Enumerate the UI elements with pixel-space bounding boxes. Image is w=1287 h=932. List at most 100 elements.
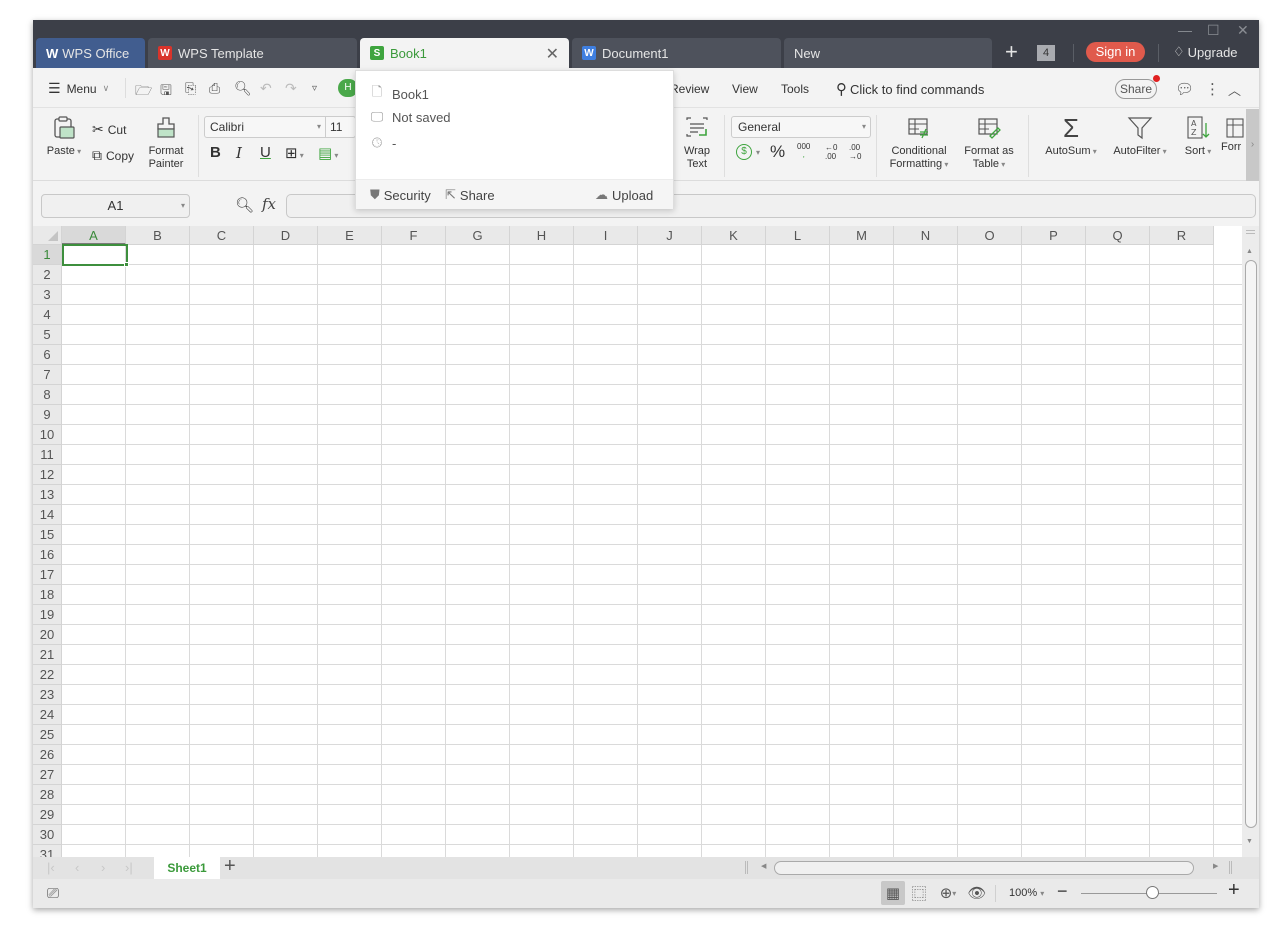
- zoom-level-select[interactable]: 100% ▾: [1009, 887, 1044, 899]
- column-header-e[interactable]: E: [318, 226, 382, 245]
- more-options-icon[interactable]: ⋮: [1205, 80, 1220, 98]
- row-header-1[interactable]: 1: [33, 245, 62, 265]
- print-preview-icon[interactable]: 🔍︎: [234, 80, 252, 97]
- sign-in-button[interactable]: Sign in: [1086, 42, 1145, 62]
- tab-wps-office[interactable]: W WPS Office: [36, 38, 145, 68]
- reading-layout-button[interactable]: ⊕ ▾: [933, 881, 963, 905]
- row-header-28[interactable]: 28: [33, 785, 62, 805]
- borders-button[interactable]: ⊞ ▾: [285, 144, 304, 162]
- tab-book1[interactable]: S Book1 ✕: [360, 38, 569, 68]
- row-header-3[interactable]: 3: [33, 285, 62, 305]
- row-header-15[interactable]: 15: [33, 525, 62, 545]
- close-window-button[interactable]: ✕: [1237, 22, 1249, 39]
- next-sheet-icon[interactable]: ›: [101, 860, 105, 875]
- format-button[interactable]: Forr: [1221, 115, 1247, 154]
- row-header-2[interactable]: 2: [33, 265, 62, 285]
- column-header-k[interactable]: K: [702, 226, 766, 245]
- cell-area[interactable]: [62, 245, 1242, 857]
- ribbon-scroll-right[interactable]: ›: [1246, 109, 1259, 181]
- column-header-b[interactable]: B: [126, 226, 190, 245]
- italic-button[interactable]: I: [236, 144, 242, 162]
- conditional-formatting-button[interactable]: Conditional Formatting ▾: [883, 115, 955, 171]
- column-header-j[interactable]: J: [638, 226, 702, 245]
- row-header-14[interactable]: 14: [33, 505, 62, 525]
- scroll-left-icon[interactable]: ◀: [761, 862, 766, 870]
- format-painter-button[interactable]: Format Painter: [145, 115, 187, 171]
- sort-button[interactable]: A Z Sort ▾: [1179, 115, 1217, 158]
- tab-view[interactable]: View: [732, 82, 758, 96]
- thousands-separator-button[interactable]: 000,: [797, 143, 810, 159]
- row-header-29[interactable]: 29: [33, 805, 62, 825]
- row-header-17[interactable]: 17: [33, 565, 62, 585]
- row-header-5[interactable]: 5: [33, 325, 62, 345]
- print-icon[interactable]: ⎙: [209, 80, 220, 97]
- macro-record-icon[interactable]: ⎚: [47, 885, 59, 902]
- page-break-view-button[interactable]: ⿴: [907, 881, 931, 905]
- redo-icon[interactable]: ↷: [285, 80, 297, 97]
- zoom-slider-thumb[interactable]: [1145, 886, 1159, 899]
- sheet-tab-sheet1[interactable]: Sheet1: [154, 857, 220, 879]
- row-header-9[interactable]: 9: [33, 405, 62, 425]
- column-header-r[interactable]: R: [1150, 226, 1214, 245]
- comment-icon[interactable]: 💬︎: [1175, 80, 1194, 98]
- split-grip[interactable]: [1246, 230, 1255, 234]
- row-header-6[interactable]: 6: [33, 345, 62, 365]
- row-header-30[interactable]: 30: [33, 825, 62, 845]
- tab-document1[interactable]: W Document1: [572, 38, 781, 68]
- close-tab-icon[interactable]: ✕: [546, 44, 559, 64]
- scroll-up-icon[interactable]: ▲: [1246, 248, 1253, 255]
- tab-count-badge[interactable]: 4: [1037, 45, 1055, 61]
- open-folder-icon[interactable]: 🗁: [135, 80, 152, 104]
- selected-cell[interactable]: [62, 244, 128, 266]
- tab-tools[interactable]: Tools: [781, 82, 809, 96]
- eye-protection-button[interactable]: 👁︎: [965, 881, 989, 905]
- decrease-decimal-button[interactable]: .00 →0: [849, 143, 867, 161]
- column-header-m[interactable]: M: [830, 226, 894, 245]
- insert-function-button[interactable]: fx: [262, 195, 276, 213]
- row-header-13[interactable]: 13: [33, 485, 62, 505]
- fill-handle[interactable]: [124, 262, 129, 267]
- row-header-24[interactable]: 24: [33, 705, 62, 725]
- name-box[interactable]: A1 ▾: [41, 194, 190, 218]
- column-header-d[interactable]: D: [254, 226, 318, 245]
- column-header-n[interactable]: N: [894, 226, 958, 245]
- share-button[interactable]: Share: [1115, 79, 1157, 99]
- split-grip[interactable]: [1229, 861, 1232, 874]
- split-grip[interactable]: [745, 861, 748, 874]
- new-tab-button[interactable]: +: [1005, 40, 1018, 64]
- currency-button[interactable]: $ ▾: [736, 144, 760, 160]
- scroll-down-icon[interactable]: ▼: [1246, 838, 1253, 845]
- paste-button[interactable]: Paste ▾: [44, 115, 84, 158]
- column-header-i[interactable]: I: [574, 226, 638, 245]
- horizontal-scroll-thumb[interactable]: [774, 861, 1194, 875]
- upload-button[interactable]: ☁ Upload: [595, 187, 653, 203]
- normal-view-button[interactable]: ▦: [881, 881, 905, 905]
- first-sheet-icon[interactable]: |‹: [47, 860, 55, 875]
- row-header-26[interactable]: 26: [33, 745, 62, 765]
- column-header-a[interactable]: A: [62, 226, 126, 245]
- autosum-button[interactable]: Σ AutoSum ▾: [1041, 115, 1101, 158]
- select-all-button[interactable]: [33, 226, 62, 245]
- scroll-right-icon[interactable]: ▶: [1213, 862, 1218, 870]
- save-icon[interactable]: 🖫: [160, 80, 172, 104]
- minimize-button[interactable]: —: [1178, 22, 1192, 38]
- row-header-23[interactable]: 23: [33, 685, 62, 705]
- zoom-lookup-icon[interactable]: 🔍︎: [235, 196, 254, 214]
- row-header-22[interactable]: 22: [33, 665, 62, 685]
- tab-wps-template[interactable]: W WPS Template: [148, 38, 357, 68]
- security-button[interactable]: ⛊ Security: [370, 187, 431, 203]
- copy-button[interactable]: ⧉ Copy: [92, 147, 134, 164]
- share-file-button[interactable]: ⇱ Share: [445, 187, 495, 203]
- bold-button[interactable]: B: [210, 144, 221, 161]
- row-header-8[interactable]: 8: [33, 385, 62, 405]
- maximize-button[interactable]: ☐: [1207, 22, 1220, 39]
- prev-sheet-icon[interactable]: ‹: [75, 860, 79, 875]
- column-header-h[interactable]: H: [510, 226, 574, 245]
- menu-button[interactable]: ☰ Menu ∨: [48, 80, 109, 97]
- upgrade-button[interactable]: ♢ Upgrade: [1173, 44, 1238, 60]
- column-header-q[interactable]: Q: [1086, 226, 1150, 245]
- undo-icon[interactable]: ↶: [260, 80, 272, 97]
- row-header-27[interactable]: 27: [33, 765, 62, 785]
- row-header-11[interactable]: 11: [33, 445, 62, 465]
- customize-toolbar-icon[interactable]: ▿: [312, 83, 317, 94]
